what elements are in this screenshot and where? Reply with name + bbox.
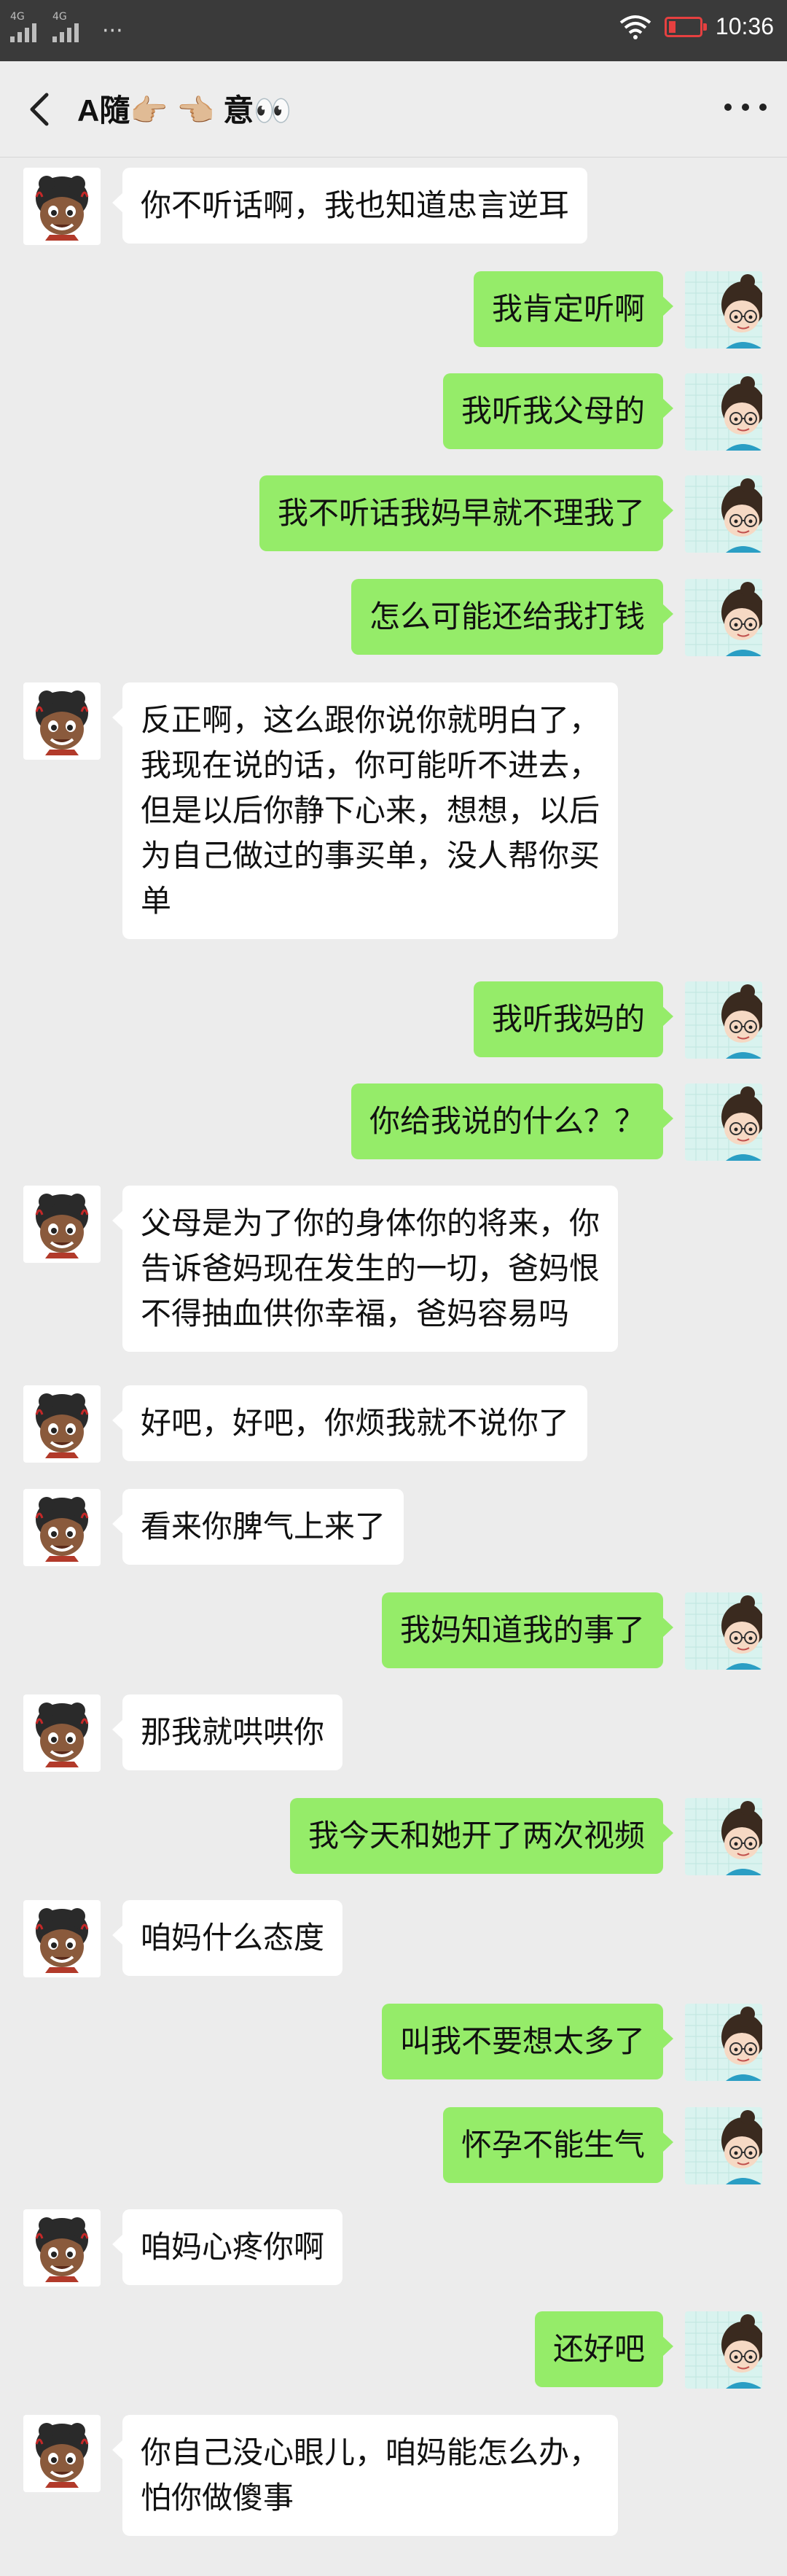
signal-tag-1: 4G (10, 11, 25, 23)
contact-avatar[interactable] (23, 2209, 101, 2287)
signal-group: 4G 4G ··· (10, 12, 123, 44)
message-bubble[interactable]: 那我就哄哄你 (111, 1694, 343, 1770)
message-bubble[interactable]: 还好吧 (534, 2311, 674, 2387)
message-bubble[interactable]: 咱妈什么态度 (111, 1900, 343, 1976)
signal-icon: 4G (10, 12, 36, 42)
contact-avatar[interactable] (23, 1385, 101, 1463)
message-bubble[interactable]: 我今天和她开了两次视频 (289, 1798, 674, 1874)
message-bubble[interactable]: 你自己没心眼儿，咱妈能怎么办， 怕你做傻事 (111, 2415, 619, 2536)
more-dots-icon[interactable] (724, 104, 767, 114)
message-bubble[interactable]: 好吧，好吧，你烦我就不说你了 (111, 1385, 588, 1461)
message-bubble[interactable]: 我妈知道我的事了 (381, 1592, 674, 1668)
battery-low-icon (664, 16, 707, 37)
message-bubble[interactable]: 我听我妈的 (473, 981, 674, 1057)
my-avatar[interactable] (685, 2004, 762, 2081)
contact-avatar[interactable] (23, 168, 101, 245)
message-bubble[interactable]: 你不听话啊，我也知道忠言逆耳 (111, 168, 588, 244)
status-time: 10:36 (715, 13, 774, 39)
message-bubble[interactable]: 我肯定听啊 (473, 271, 674, 347)
message-bubble[interactable]: 咱妈心疼你啊 (111, 2209, 343, 2285)
contact-avatar[interactable] (23, 1186, 101, 1263)
chat-title: A隨👉🏼 👈🏼 意👀 (77, 86, 292, 131)
message-bubble[interactable]: 叫我不要想太多了 (381, 2004, 674, 2079)
message-bubble[interactable]: 我不听话我妈早就不理我了 (259, 475, 674, 551)
my-avatar[interactable] (685, 981, 762, 1059)
my-avatar[interactable] (685, 271, 762, 349)
pointing-left-emoji: 👈🏼 (176, 93, 215, 128)
my-avatar[interactable] (685, 475, 762, 553)
chat-header: A隨👉🏼 👈🏼 意👀 (0, 61, 787, 157)
status-bar: 4G 4G ··· 10:36 (0, 0, 787, 61)
chat-title-prefix: A隨 (77, 93, 130, 128)
contact-avatar[interactable] (23, 1489, 101, 1566)
my-avatar[interactable] (685, 1083, 762, 1161)
message-bubble[interactable]: 看来你脾气上来了 (111, 1489, 404, 1565)
signal-icon: 4G (52, 12, 79, 42)
message-bubble[interactable]: 反正啊，这么跟你说你就明白了， 我现在说的话，你可能听不进去， 但是以后你静下心… (111, 682, 619, 939)
message-bubble[interactable]: 我听我父母的 (442, 373, 674, 449)
message-bubble[interactable]: 你给我说的什么？？ (351, 1083, 674, 1159)
my-avatar[interactable] (685, 2107, 762, 2184)
signal-tag-2: 4G (52, 11, 67, 23)
my-avatar[interactable] (685, 1592, 762, 1670)
pointing-right-emoji: 👉🏼 (130, 93, 168, 128)
wifi-icon (619, 15, 651, 39)
my-avatar[interactable] (685, 579, 762, 656)
more-notifications-icon: ··· (102, 18, 123, 44)
chevron-left-icon[interactable] (22, 89, 60, 130)
my-avatar[interactable] (685, 1798, 762, 1875)
message-bubble[interactable]: 怎么可能还给我打钱 (351, 579, 674, 655)
message-bubble[interactable]: 父母是为了你的身体你的将来，你 告诉爸妈现在发生的一切，爸妈恨 不得抽血供你幸福… (111, 1186, 619, 1352)
contact-avatar[interactable] (23, 1900, 101, 1977)
contact-avatar[interactable] (23, 1694, 101, 1772)
eyes-emoji: 👀 (254, 93, 292, 128)
contact-avatar[interactable] (23, 2415, 101, 2492)
my-avatar[interactable] (685, 373, 762, 451)
chat-title-suffix: 意 (223, 93, 254, 128)
message-bubble[interactable]: 怀孕不能生气 (442, 2107, 674, 2183)
my-avatar[interactable] (685, 2311, 762, 2389)
contact-avatar[interactable] (23, 682, 101, 760)
